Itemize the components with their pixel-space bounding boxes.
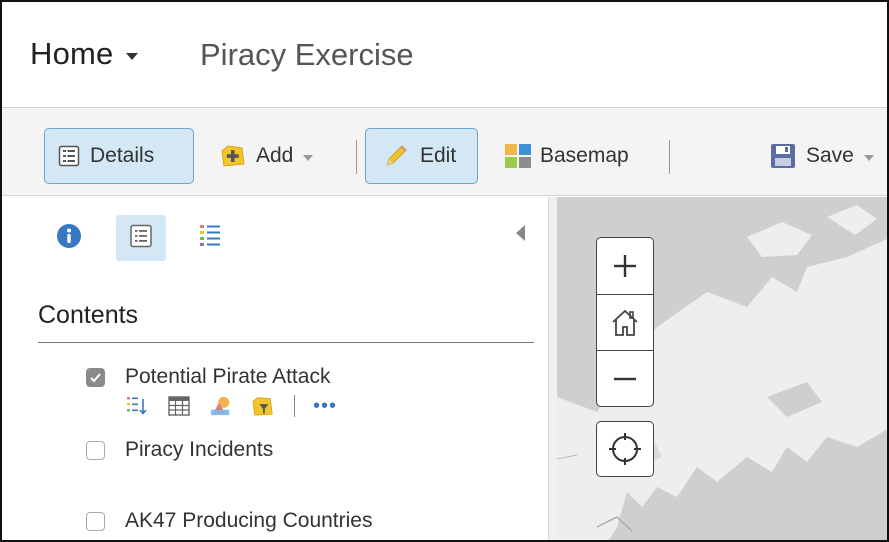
content-list-icon bbox=[129, 224, 153, 253]
more-options-icon[interactable]: ••• bbox=[313, 396, 337, 416]
toolbar-divider bbox=[669, 140, 670, 174]
save-label: Save bbox=[806, 144, 854, 167]
add-button[interactable]: Add bbox=[220, 128, 314, 184]
edit-label: Edit bbox=[420, 144, 457, 167]
checkmark-icon bbox=[90, 372, 101, 382]
toolbar-divider bbox=[356, 140, 357, 174]
save-floppy-icon bbox=[770, 143, 796, 169]
show-table-of-contents-icon[interactable] bbox=[126, 395, 148, 417]
home-icon bbox=[612, 309, 638, 336]
panel-splitter[interactable] bbox=[548, 197, 557, 540]
add-dropdown-caret-icon bbox=[303, 154, 314, 161]
info-icon bbox=[56, 223, 82, 254]
plus-icon bbox=[614, 255, 636, 277]
basemap-grid-icon bbox=[504, 143, 534, 169]
map-view[interactable] bbox=[557, 197, 887, 540]
default-extent-button[interactable] bbox=[597, 294, 653, 350]
add-layer-icon bbox=[220, 144, 246, 168]
save-dropdown-caret-icon bbox=[863, 154, 874, 161]
content-tab[interactable] bbox=[116, 215, 166, 261]
change-style-icon[interactable] bbox=[210, 395, 232, 417]
toolbar: Details Add Edit Basemap Save bbox=[2, 108, 887, 196]
contents-title: Contents bbox=[38, 301, 139, 329]
contents-divider bbox=[38, 342, 534, 343]
filter-icon[interactable] bbox=[252, 395, 274, 417]
home-menu[interactable]: Home bbox=[30, 36, 138, 72]
basemap-label: Basemap bbox=[540, 144, 629, 167]
map-title: Piracy Exercise bbox=[200, 37, 414, 72]
basemap-button[interactable]: Basemap bbox=[504, 128, 629, 184]
legend-icon bbox=[198, 223, 222, 254]
layer-item: AK47 Producing Countries bbox=[86, 509, 372, 533]
layer-visibility-checkbox[interactable] bbox=[86, 511, 105, 531]
collapse-panel-arrow-icon[interactable] bbox=[516, 225, 525, 241]
layer-item: Piracy Incidents bbox=[86, 438, 273, 462]
layer-label[interactable]: AK47 Producing Countries bbox=[125, 509, 372, 533]
locate-button[interactable] bbox=[596, 421, 654, 477]
home-dropdown-caret-icon bbox=[125, 52, 138, 60]
zoom-controls bbox=[596, 237, 654, 407]
header: Home Piracy Exercise bbox=[2, 2, 887, 108]
layer-label[interactable]: Potential Pirate Attack bbox=[125, 365, 330, 389]
contents-panel: Contents Potential Pirate Attack ••• Pir… bbox=[2, 197, 556, 540]
layer-tools: ••• bbox=[126, 395, 337, 417]
layer-visibility-checkbox[interactable] bbox=[86, 367, 105, 387]
layer-tools-divider bbox=[294, 395, 295, 417]
details-icon bbox=[58, 145, 80, 167]
show-table-icon[interactable] bbox=[168, 395, 190, 417]
details-label: Details bbox=[90, 144, 155, 167]
add-label: Add bbox=[256, 144, 294, 167]
home-label: Home bbox=[30, 36, 114, 71]
app-window: Home Piracy Exercise Details Add Edit Ba… bbox=[0, 0, 889, 542]
legend-tab[interactable] bbox=[185, 215, 235, 261]
save-button[interactable]: Save bbox=[770, 128, 874, 184]
edit-button[interactable]: Edit bbox=[365, 128, 478, 184]
locate-crosshair-icon bbox=[609, 433, 641, 465]
about-tab[interactable] bbox=[44, 215, 94, 261]
zoom-out-button[interactable] bbox=[597, 350, 653, 406]
layer-visibility-checkbox[interactable] bbox=[86, 440, 105, 460]
layer-item: Potential Pirate Attack bbox=[86, 365, 330, 389]
details-button[interactable]: Details bbox=[44, 128, 194, 184]
pencil-icon bbox=[384, 144, 410, 168]
zoom-in-button[interactable] bbox=[597, 238, 653, 294]
minus-icon bbox=[614, 377, 636, 380]
layer-label[interactable]: Piracy Incidents bbox=[125, 438, 273, 462]
